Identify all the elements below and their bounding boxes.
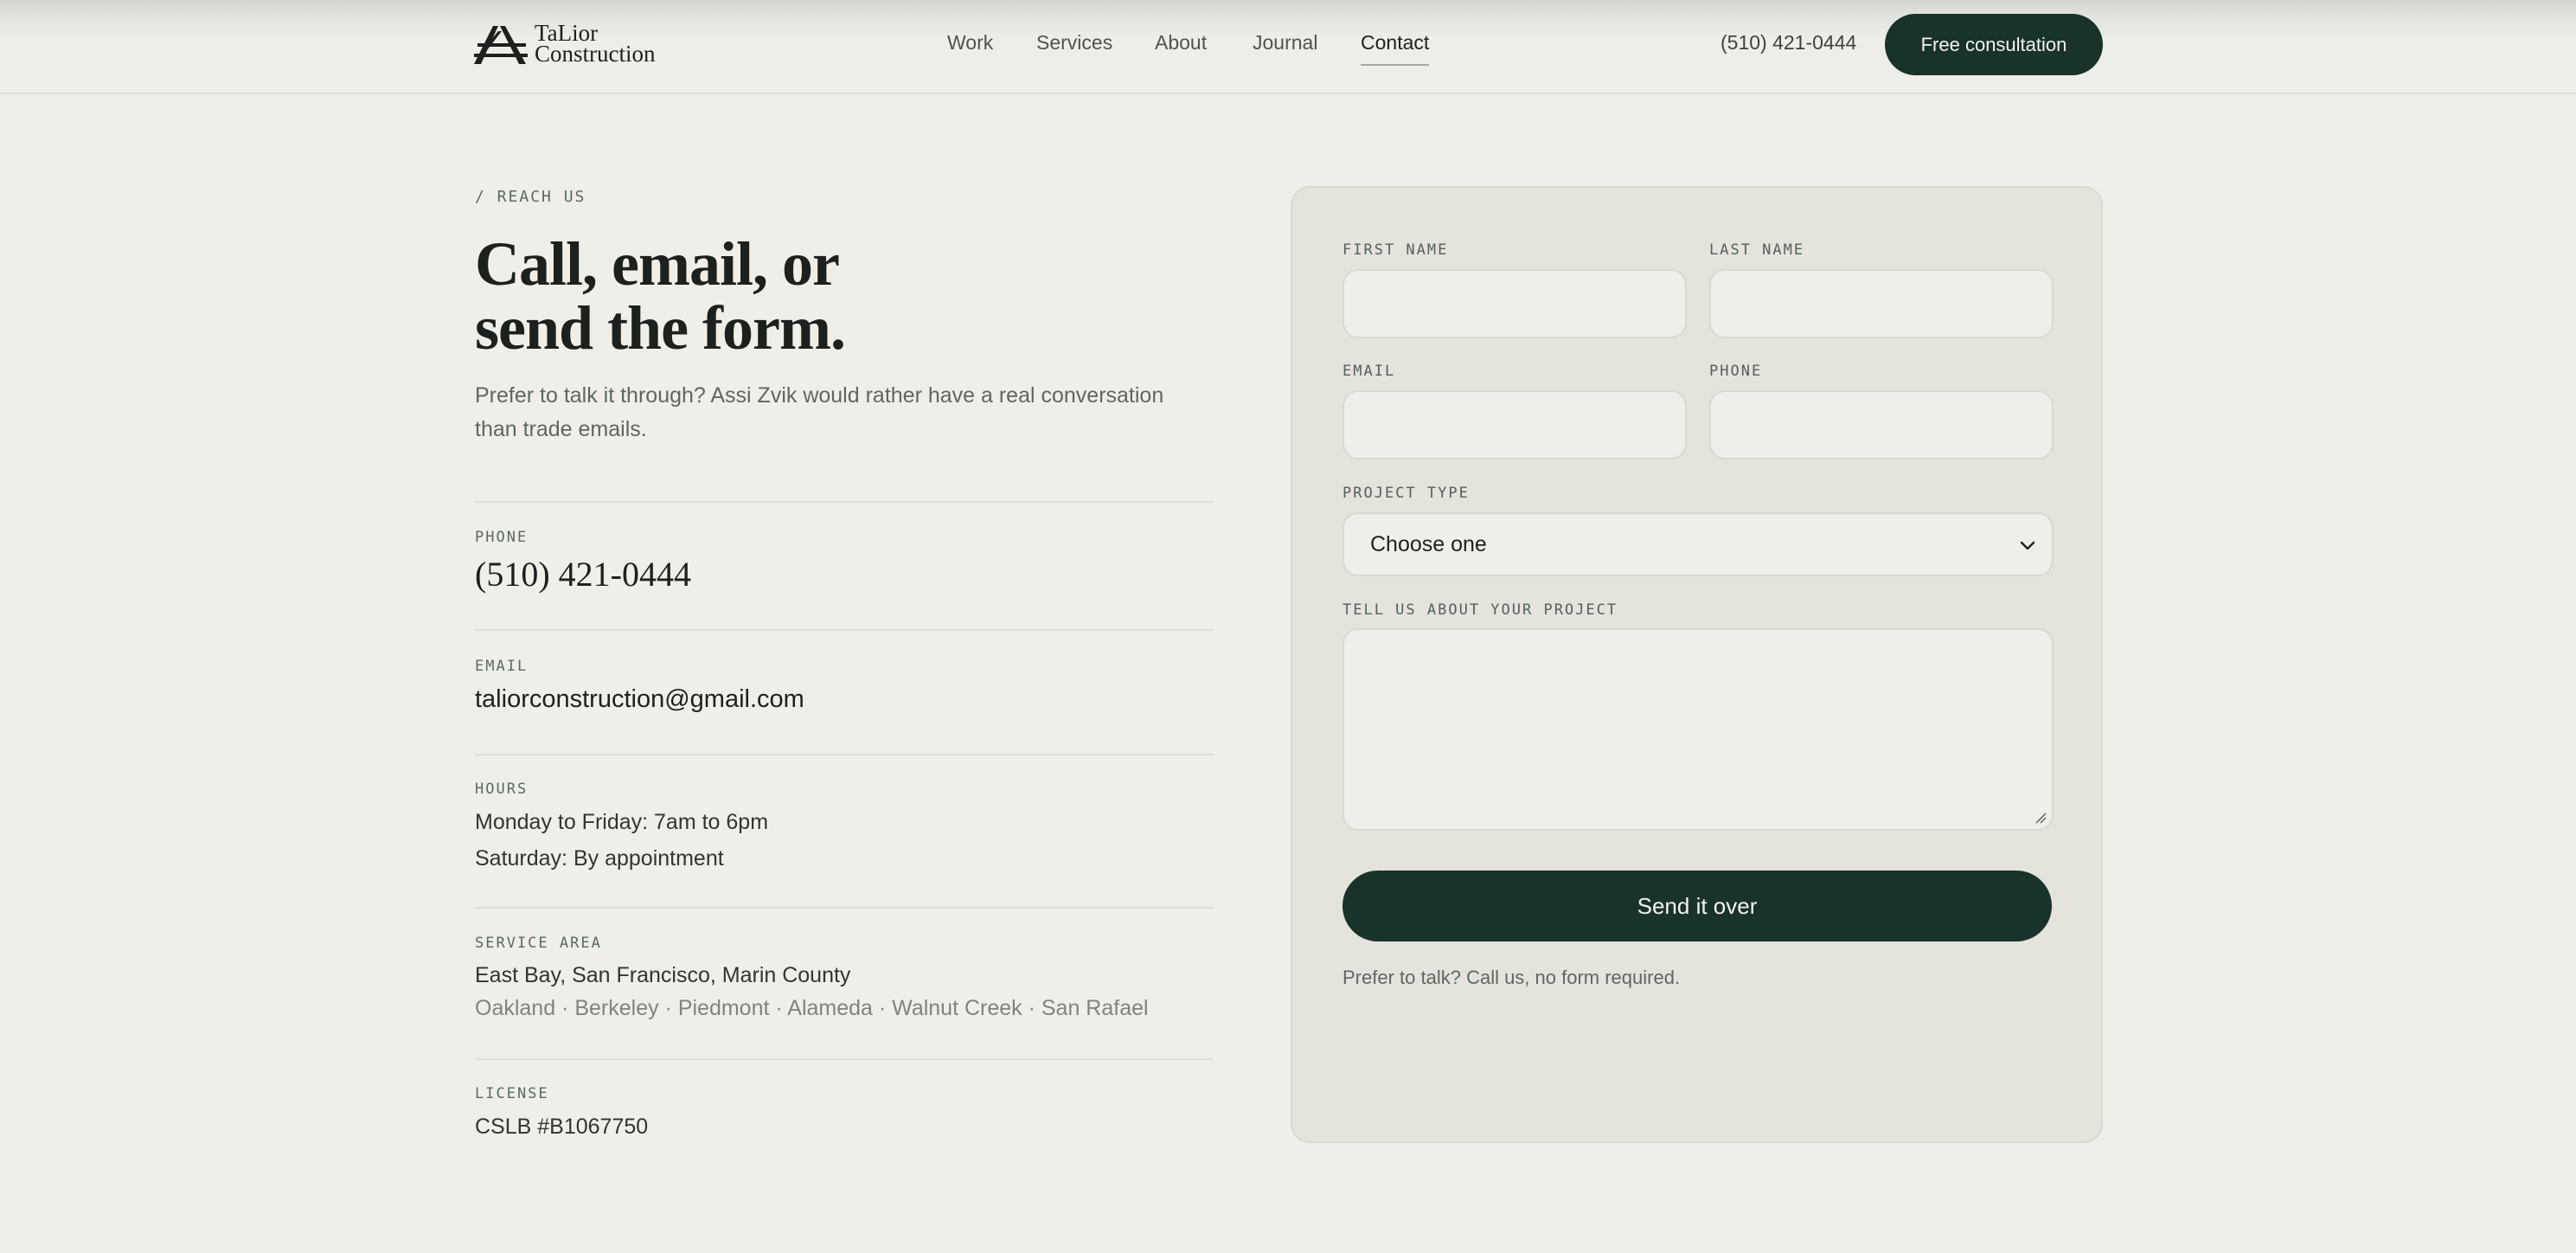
section-eyebrow: / REACH US bbox=[475, 188, 586, 206]
email-label: EMAIL bbox=[475, 658, 529, 675]
page-title-line-1: Call, email, or bbox=[475, 229, 840, 299]
license-label: LICENSE bbox=[475, 1085, 549, 1102]
last-name-field[interactable] bbox=[1709, 269, 2054, 338]
contact-email-link[interactable]: taliorconstruction@gmail.com bbox=[475, 685, 804, 714]
chevron-down-icon bbox=[2020, 541, 2035, 550]
main-nav: Work Services About Journal Contact bbox=[0, 31, 2576, 66]
nav-item-services[interactable]: Services bbox=[1036, 31, 1112, 55]
hours-weekday: Monday to Friday: 7am to 6pm bbox=[475, 810, 769, 834]
page-title-line-2: send the form. bbox=[475, 293, 846, 363]
last-name-label: LAST NAME bbox=[1709, 241, 1805, 259]
contact-form: FIRST NAME LAST NAME EMAIL PHONE PROJECT… bbox=[1291, 186, 2103, 1143]
page-title: Call, email, or send the form. bbox=[475, 232, 1167, 360]
site-header: TaLior Construction Work Services About … bbox=[0, 0, 2576, 94]
divider bbox=[475, 754, 1214, 755]
phone-field-label: PHONE bbox=[1709, 363, 1763, 380]
project-description-textarea[interactable] bbox=[1342, 628, 2054, 831]
header-phone-link[interactable]: (510) 421-0444 bbox=[1721, 31, 1856, 55]
intro-lead: Prefer to talk it through? Assi Zvik wou… bbox=[475, 383, 1164, 441]
nav-item-journal[interactable]: Journal bbox=[1253, 31, 1317, 55]
service-area-primary: East Bay, San Francisco, Marin County bbox=[475, 963, 851, 987]
divider bbox=[475, 501, 1214, 503]
project-type-value: Choose one bbox=[1370, 531, 1487, 556]
divider bbox=[475, 629, 1214, 631]
contact-phone-link[interactable]: (510) 421-0444 bbox=[475, 554, 691, 594]
form-note: Prefer to talk? Call us, no form require… bbox=[1342, 967, 1681, 988]
first-name-field[interactable] bbox=[1342, 269, 1687, 338]
phone-label: PHONE bbox=[475, 529, 529, 546]
project-type-select[interactable]: Choose one bbox=[1342, 512, 2054, 576]
nav-item-contact[interactable]: Contact bbox=[1361, 31, 1430, 66]
service-area-cities: Oakland · Berkeley · Piedmont · Alameda … bbox=[475, 996, 1149, 1020]
project-description-label: TELL US ABOUT YOUR PROJECT bbox=[1342, 601, 1618, 619]
license-number: CSLB #B1067750 bbox=[475, 1115, 649, 1139]
email-field-label: EMAIL bbox=[1342, 363, 1396, 380]
hours-saturday: Saturday: By appointment bbox=[475, 846, 724, 871]
phone-field[interactable] bbox=[1709, 390, 2054, 459]
service-area-label: SERVICE AREA bbox=[475, 935, 602, 952]
first-name-label: FIRST NAME bbox=[1342, 241, 1449, 259]
send-it-over-button[interactable]: Send it over bbox=[1342, 871, 2052, 941]
project-type-label: PROJECT TYPE bbox=[1342, 485, 1470, 502]
email-field[interactable] bbox=[1342, 390, 1687, 459]
divider bbox=[475, 907, 1214, 909]
nav-item-work[interactable]: Work bbox=[947, 31, 993, 55]
resize-handle-icon[interactable] bbox=[2035, 812, 2047, 824]
divider bbox=[475, 1058, 1214, 1060]
hours-label: HOURS bbox=[475, 781, 529, 798]
nav-item-about[interactable]: About bbox=[1155, 31, 1207, 55]
free-consultation-button[interactable]: Free consultation bbox=[1885, 14, 2103, 75]
